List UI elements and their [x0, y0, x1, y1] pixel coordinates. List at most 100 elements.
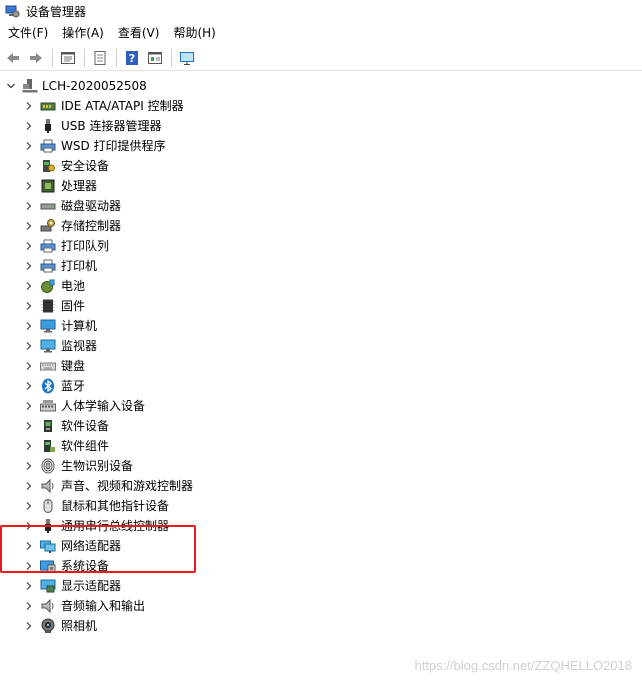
back-button[interactable] — [2, 47, 24, 69]
chevron-down-icon[interactable] — [6, 81, 16, 91]
chevron-right-icon[interactable] — [24, 361, 34, 371]
tree-item-label: 软件组件 — [61, 439, 110, 453]
monitor-button[interactable] — [176, 47, 198, 69]
chevron-right-icon[interactable] — [24, 541, 34, 551]
toolbar-separator — [171, 48, 172, 67]
tree-item-label: 键盘 — [61, 359, 86, 373]
tree-item[interactable]: 处理器 — [0, 176, 642, 196]
chevron-right-icon[interactable] — [24, 341, 34, 351]
tree-item-label: WSD 打印提供程序 — [61, 139, 166, 153]
tree-item[interactable]: USB 连接器管理器 — [0, 116, 642, 136]
tree-item[interactable]: 打印队列 — [0, 236, 642, 256]
tree-root[interactable]: LCH-2020052508 — [0, 76, 642, 96]
chevron-right-icon[interactable] — [24, 581, 34, 591]
tree-item[interactable]: 计算机 — [0, 316, 642, 336]
mouse-icon — [40, 498, 56, 514]
chevron-right-icon[interactable] — [24, 161, 34, 171]
chevron-right-icon[interactable] — [24, 381, 34, 391]
tree-item-label: 电池 — [61, 279, 86, 293]
security-device-icon — [40, 158, 56, 174]
help-button[interactable]: ? — [121, 47, 143, 69]
tree-item[interactable]: 安全设备 — [0, 156, 642, 176]
chevron-right-icon[interactable] — [24, 561, 34, 571]
menu-bar: 文件(F) 操作(A) 查看(V) 帮助(H) — [0, 23, 642, 43]
tree-item[interactable]: 网络适配器 — [0, 536, 642, 556]
tree-item-label: 系统设备 — [61, 559, 110, 573]
tree-item[interactable]: 存储控制器 — [0, 216, 642, 236]
chevron-right-icon[interactable] — [24, 321, 34, 331]
tree-item[interactable]: 通用串行总线控制器 — [0, 516, 642, 536]
tree-item-label: 生物识别设备 — [61, 459, 134, 473]
tree-item[interactable]: 软件设备 — [0, 416, 642, 436]
tree-item[interactable]: 系统设备 — [0, 556, 642, 576]
title-bar: 设备管理器 — [0, 0, 642, 22]
tree-item[interactable]: 鼠标和其他指针设备 — [0, 496, 642, 516]
tree-item[interactable]: 音频输入和输出 — [0, 596, 642, 616]
chevron-right-icon[interactable] — [24, 101, 34, 111]
tree-item-label: 人体学输入设备 — [61, 399, 146, 413]
chevron-right-icon[interactable] — [24, 181, 34, 191]
tree-item-label: 计算机 — [61, 319, 98, 333]
chevron-right-icon[interactable] — [24, 221, 34, 231]
keyboard-icon — [40, 358, 56, 374]
tree-item[interactable]: 人体学输入设备 — [0, 396, 642, 416]
network-adapter-icon — [40, 538, 56, 554]
monitor-icon — [40, 338, 56, 354]
view-icon — [148, 51, 162, 64]
chevron-right-icon[interactable] — [24, 281, 34, 291]
chevron-right-icon[interactable] — [24, 401, 34, 411]
tree-item[interactable]: 监视器 — [0, 336, 642, 356]
tree-item[interactable]: 固件 — [0, 296, 642, 316]
chevron-right-icon[interactable] — [24, 601, 34, 611]
chevron-right-icon[interactable] — [24, 461, 34, 471]
chevron-right-icon[interactable] — [24, 121, 34, 131]
chevron-right-icon[interactable] — [24, 481, 34, 491]
tree-item[interactable]: 声音、视频和游戏控制器 — [0, 476, 642, 496]
tree-item[interactable]: 软件组件 — [0, 436, 642, 456]
tree-item[interactable]: 蓝牙 — [0, 376, 642, 396]
properties-button[interactable] — [57, 47, 79, 69]
tree-item-label: 音频输入和输出 — [61, 599, 146, 613]
chevron-right-icon[interactable] — [24, 501, 34, 511]
tree-item[interactable]: 磁盘驱动器 — [0, 196, 642, 216]
tree-item[interactable]: 键盘 — [0, 356, 642, 376]
chevron-right-icon[interactable] — [24, 141, 34, 151]
chevron-right-icon[interactable] — [24, 201, 34, 211]
view-button[interactable] — [144, 47, 166, 69]
tree-item[interactable]: 生物识别设备 — [0, 456, 642, 476]
tree-item-label: 监视器 — [61, 339, 98, 353]
chevron-right-icon[interactable] — [24, 621, 34, 631]
chevron-right-icon[interactable] — [24, 521, 34, 531]
device-tree: LCH-2020052508 IDE ATA/ATAPI 控制器 USB 连接器管… — [0, 76, 642, 636]
tree-item-label: 固件 — [61, 299, 86, 313]
computer-icon — [40, 318, 56, 334]
tree-item[interactable]: 显示适配器 — [0, 576, 642, 596]
tree-item[interactable]: IDE ATA/ATAPI 控制器 — [0, 96, 642, 116]
menu-help[interactable]: 帮助(H) — [169, 23, 219, 43]
speaker-icon — [40, 478, 56, 494]
page-button[interactable] — [89, 47, 111, 69]
display-adapter-icon — [40, 578, 56, 594]
usb-icon — [40, 118, 56, 134]
tree-item-label: 磁盘驱动器 — [61, 199, 122, 213]
tree-item[interactable]: 电池 — [0, 276, 642, 296]
chevron-right-icon[interactable] — [24, 421, 34, 431]
printer-icon — [40, 238, 56, 254]
menu-view[interactable]: 查看(V) — [114, 23, 164, 43]
forward-arrow-icon — [30, 52, 42, 63]
chevron-right-icon[interactable] — [24, 441, 34, 451]
window-title: 设备管理器 — [26, 4, 87, 19]
chevron-right-icon[interactable] — [24, 261, 34, 271]
menu-action[interactable]: 操作(A) — [58, 23, 108, 43]
tree-item[interactable]: WSD 打印提供程序 — [0, 136, 642, 156]
forward-button[interactable] — [25, 47, 47, 69]
tree-item[interactable]: 打印机 — [0, 256, 642, 276]
tree-item[interactable]: 照相机 — [0, 616, 642, 636]
printer-icon — [40, 258, 56, 274]
menu-file[interactable]: 文件(F) — [4, 23, 52, 43]
chevron-right-icon[interactable] — [24, 241, 34, 251]
chevron-right-icon[interactable] — [24, 301, 34, 311]
tree-item-label: 打印队列 — [61, 239, 110, 253]
printer-icon — [40, 138, 56, 154]
help-icon: ? — [126, 50, 138, 65]
